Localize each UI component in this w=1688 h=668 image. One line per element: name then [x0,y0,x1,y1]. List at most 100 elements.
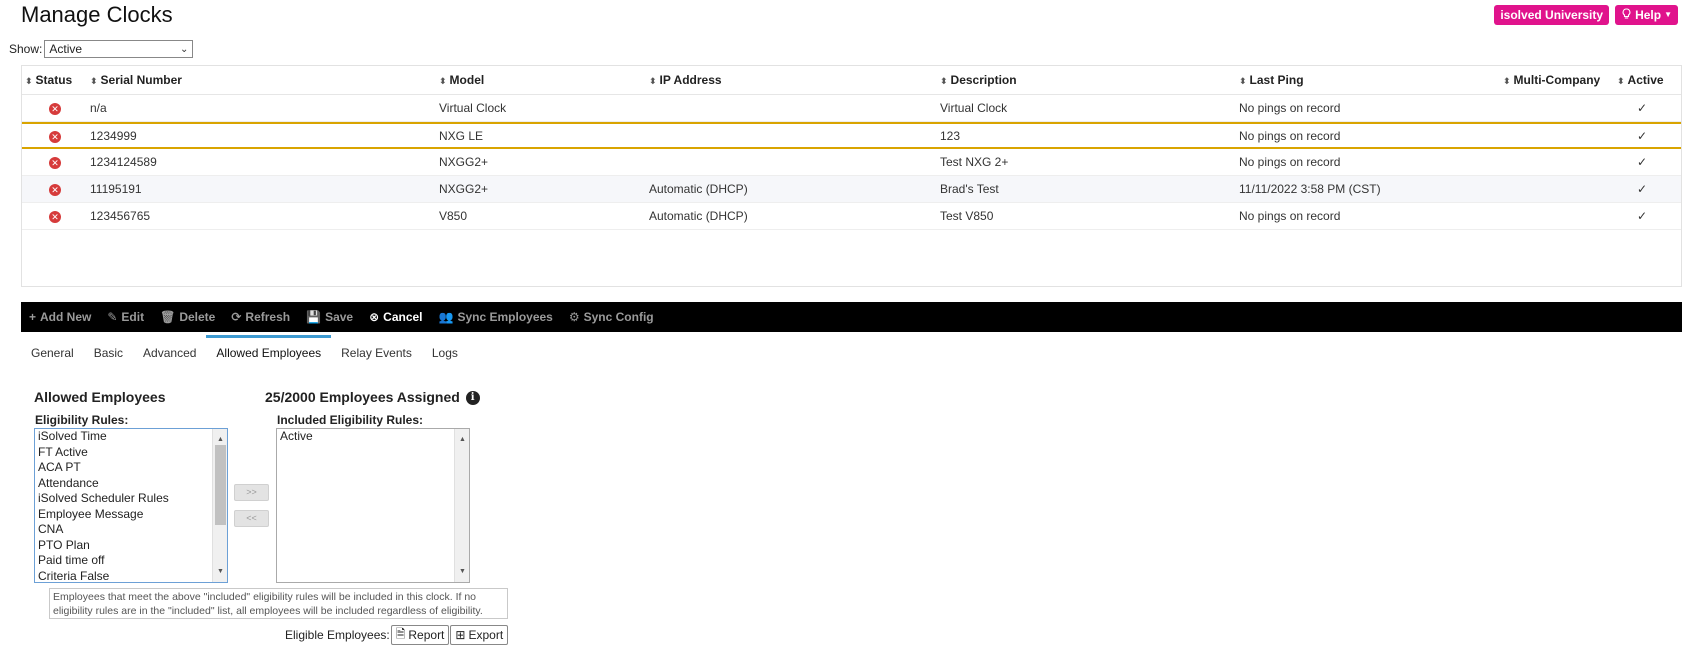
clocks-grid: ⬍ Status ⬍ Serial Number ⬍ Model ⬍ IP Addres… [21,65,1682,287]
column-header-active[interactable]: ⬍ Active [1611,73,1679,87]
refresh-button[interactable]: ⟳ Refresh [231,310,290,324]
sync-employees-button[interactable]: 👥 Sync Employees [439,310,553,324]
cell-last-ping: 11/11/2022 3:58 PM (CST) [1239,182,1381,196]
cell-last-ping: No pings on record [1239,155,1341,169]
list-item[interactable]: Employee Message [38,507,227,523]
table-row[interactable]: ✕ 1234124589 NXGG2+ Test NXG 2+ No pings… [22,149,1681,176]
cell-ip: Automatic (DHCP) [649,182,748,196]
cell-description: Brad's Test [940,182,999,196]
list-item[interactable]: Attendance [38,476,227,492]
scroll-thumb[interactable] [215,445,226,525]
assigned-count: 25/2000 Employees Assigned i [265,389,480,406]
sort-icon: ⬍ [1617,76,1625,86]
cell-model: NXGG2+ [439,182,489,196]
list-item[interactable]: PTO Plan [38,538,227,554]
included-rules-list[interactable]: Active ▲ ▼ [276,428,470,583]
export-button[interactable]: ⊞ Export [450,625,509,645]
eligibility-hint: Employees that meet the above "included"… [49,588,508,619]
scroll-down-icon[interactable]: ▼ [455,564,469,580]
eligible-employees-row: Eligible Employees: 🗎 Report ⊞ Export [285,625,509,645]
sort-icon: ⬍ [1503,76,1511,86]
users-icon: 👥 [438,310,454,324]
table-row[interactable]: ✕ 11195191 NXGG2+ Automatic (DHCP) Brad'… [22,176,1681,203]
active-check-icon: ✓ [1637,182,1648,196]
offline-status-icon: ✕ [49,211,61,223]
list-item[interactable]: FT Active [38,445,227,461]
column-header-serial[interactable]: ⬍ Serial Number [86,73,435,87]
column-header-model[interactable]: ⬍ Model [435,73,645,87]
tab-advanced[interactable]: Advanced [133,346,206,366]
column-header-description[interactable]: ⬍ Description [936,73,1235,87]
column-header-last-ping[interactable]: ⬍ Last Ping [1235,73,1499,87]
eligibility-rules-list[interactable]: iSolved Time FT Active ACA PT Attendance… [34,428,228,583]
list-item[interactable]: ACA PT [38,460,227,476]
cell-serial: n/a [90,101,107,115]
tab-general[interactable]: General [21,346,84,366]
report-button[interactable]: 🗎 Report [390,625,450,645]
list-item[interactable]: Active [280,429,469,445]
cancel-button[interactable]: ⊗ Cancel [369,310,422,324]
cell-serial: 1234124589 [90,155,157,169]
cell-last-ping: No pings on record [1239,101,1341,115]
assigned-count-text: 25/2000 Employees Assigned [265,389,460,405]
show-filter: Show: Active ⌄ [9,40,194,58]
list-item[interactable]: CNA [38,522,227,538]
remove-rule-button[interactable]: << [234,510,269,527]
show-select[interactable]: Active ⌄ [44,40,194,58]
action-toolbar: + Add New ✎ Edit 🗑 Delete ⟳ Refresh 💾 Save ⊗ C… [21,302,1682,332]
cell-ip: Automatic (DHCP) [649,209,748,223]
eligibility-rules-label: Eligibility Rules: [35,413,129,427]
cancel-circle-icon: ⊗ [369,310,380,324]
document-icon: 🗎 [395,626,406,641]
plus-icon: + [29,310,37,324]
sort-icon: ⬍ [1239,76,1247,86]
save-button[interactable]: 💾 Save [306,310,353,324]
scroll-up-icon[interactable]: ▲ [455,432,469,448]
active-check-icon: ✓ [1637,155,1648,169]
scroll-down-icon[interactable]: ▼ [213,564,227,580]
help-button[interactable]: Help ▼ [1615,5,1678,25]
included-scrollbar[interactable]: ▲ ▼ [454,429,469,582]
add-new-button[interactable]: + Add New [29,310,91,324]
grid-header: ⬍ Status ⬍ Serial Number ⬍ Model ⬍ IP Addres… [22,66,1681,95]
tab-basic[interactable]: Basic [84,346,133,366]
tab-logs[interactable]: Logs [422,346,468,366]
offline-status-icon: ✕ [49,157,61,169]
cell-model: NXG LE [439,128,484,143]
list-item[interactable]: Criteria False [38,569,227,583]
show-label: Show: [9,42,43,56]
column-header-status[interactable]: ⬍ Status [22,73,86,87]
column-header-multi-company[interactable]: ⬍ Multi-Company [1499,73,1611,87]
table-row[interactable]: ✕ 1234999 NXG LE 123 No pings on record … [22,122,1681,149]
table-row[interactable]: ✕ n/a Virtual Clock Virtual Clock No pin… [22,95,1681,122]
delete-button[interactable]: 🗑 Delete [160,310,215,324]
active-check-icon: ✓ [1637,128,1648,143]
offline-status-icon: ✕ [49,103,61,115]
info-icon[interactable]: i [465,391,480,406]
sort-icon: ⬍ [940,76,948,86]
save-icon: 💾 [306,310,322,324]
cell-description: 123 [940,128,961,143]
tab-relay-events[interactable]: Relay Events [331,346,422,366]
table-row[interactable]: ✕ 123456765 V850 Automatic (DHCP) Test V… [22,203,1681,230]
sync-config-button[interactable]: ⚙ Sync Config [569,310,654,324]
detail-tabs: General Basic Advanced Allowed Employees… [21,332,468,366]
cell-serial: 123456765 [90,209,151,223]
allowed-employees-title: Allowed Employees [34,389,166,405]
isolved-university-button[interactable]: isolved University [1494,5,1610,25]
eligibility-scrollbar[interactable]: ▲ ▼ [212,429,227,582]
cell-serial: 11195191 [90,182,142,196]
add-rule-button[interactable]: >> [234,484,269,501]
eligible-employees-label: Eligible Employees: [285,628,390,642]
list-item[interactable]: iSolved Scheduler Rules [38,491,227,507]
list-item[interactable]: iSolved Time [38,429,227,445]
column-header-ip[interactable]: ⬍ IP Address [645,73,936,87]
help-label: Help [1635,8,1662,22]
show-select-value: Active [49,42,83,56]
tab-allowed-employees[interactable]: Allowed Employees [206,335,332,366]
edit-button[interactable]: ✎ Edit [107,310,144,324]
list-item[interactable]: Paid time off [38,553,227,569]
page-title: Manage Clocks [21,2,173,27]
edit-icon: ✎ [107,310,118,324]
trash-icon: 🗑 [160,310,176,324]
